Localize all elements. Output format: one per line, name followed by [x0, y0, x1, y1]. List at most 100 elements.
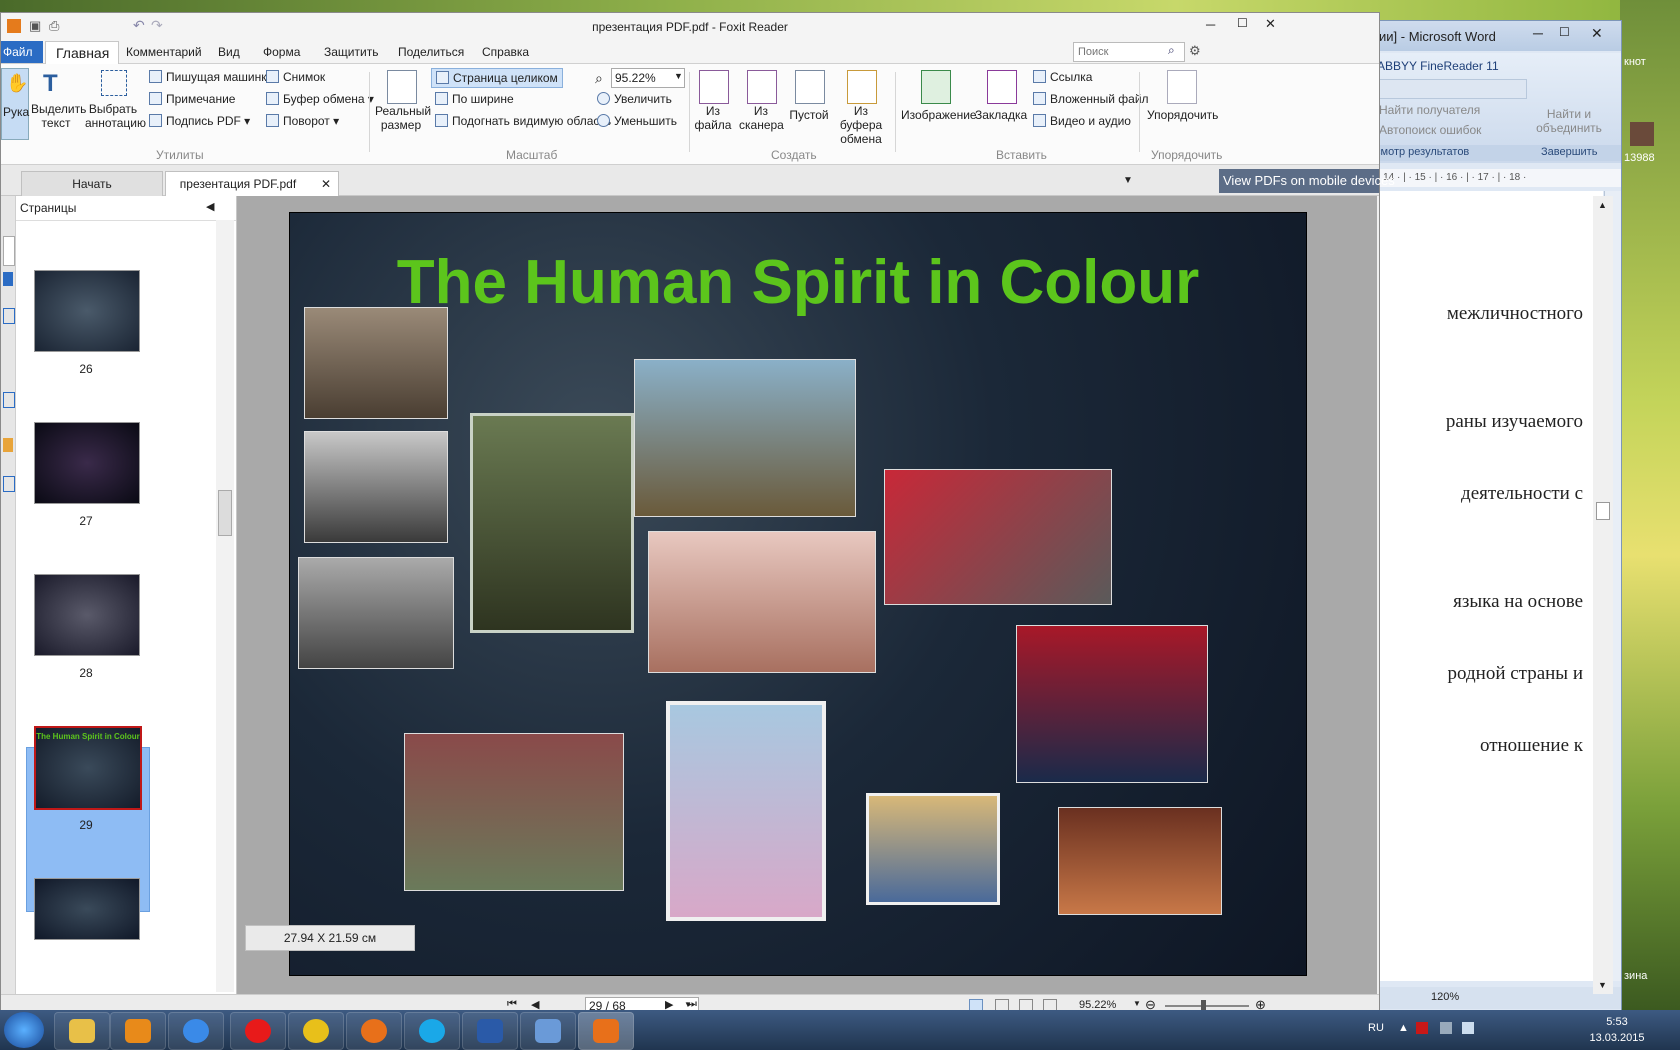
finereader-tab[interactable]: ABBYY FineReader 11 — [1377, 59, 1499, 73]
search-box[interactable]: ⌕ — [1073, 42, 1185, 62]
tab-comment[interactable]: Комментарий — [126, 45, 202, 59]
taskbar-internet-explorer[interactable] — [168, 1012, 224, 1050]
scroll-down-icon[interactable]: ▼ — [1598, 980, 1607, 990]
taskbar-chrome[interactable] — [288, 1012, 344, 1050]
bookmarks-panel-icon[interactable] — [3, 272, 13, 286]
tab-share[interactable]: Поделиться — [398, 45, 464, 59]
chevron-down-icon[interactable]: ▼ — [1133, 999, 1141, 1008]
close-icon[interactable]: ✕ — [1265, 16, 1276, 32]
antivirus-tray-icon[interactable] — [1416, 1022, 1428, 1034]
document-viewer[interactable]: The Human Spirit in Colour ▲ ▼ — [237, 196, 1613, 994]
page-thumbnail-27[interactable] — [34, 422, 140, 504]
tab-document[interactable]: презентация PDF.pdf — [165, 171, 339, 196]
create-from-scanner-button[interactable]: Из сканера — [739, 68, 784, 138]
typewriter-button[interactable]: Пишущая машинка — [149, 70, 273, 84]
taskbar-media-player[interactable] — [110, 1012, 166, 1050]
scrollbar-thumb[interactable] — [218, 490, 232, 536]
maximize-icon[interactable]: ☐ — [1237, 16, 1248, 30]
network-tray-icon[interactable] — [1440, 1022, 1452, 1034]
word-document-page[interactable]: межличностного раны изучаемого деятельно… — [1371, 191, 1603, 981]
create-from-file-button[interactable]: Из файла — [693, 68, 733, 138]
search-icon[interactable]: ⌕ — [1168, 43, 1175, 58]
insert-image-button[interactable]: Изображение — [901, 68, 977, 138]
page-thumbnail-28[interactable] — [34, 574, 140, 656]
record-navigation[interactable] — [1375, 79, 1527, 99]
tab-home[interactable]: Главная — [45, 41, 119, 65]
snapshot-button[interactable]: Снимок — [266, 70, 325, 84]
desktop-icon-avatar[interactable] — [1630, 122, 1654, 146]
zoom-in-button[interactable]: Увеличить — [597, 92, 672, 106]
page-thumbnail-30[interactable] — [34, 878, 140, 940]
lock-icon[interactable] — [3, 438, 13, 452]
select-text-button[interactable]: T Выделить текст — [31, 68, 86, 138]
close-icon[interactable]: ✕ — [1591, 25, 1603, 42]
annotations-panel-icon[interactable] — [3, 308, 15, 324]
page-thumbnail-26[interactable] — [34, 270, 140, 352]
fit-width-button[interactable]: По ширине — [435, 92, 514, 106]
note-button[interactable]: Примечание — [149, 92, 235, 106]
from-clipboard-label: Из буфера обмена — [839, 104, 883, 146]
create-from-clipboard-button[interactable]: Из буфера обмена — [833, 68, 889, 146]
mobile-promo-banner[interactable]: View PDFs on mobile devices — [1219, 169, 1395, 193]
search-input[interactable] — [1076, 44, 1166, 60]
tab-help[interactable]: Справка — [482, 45, 529, 59]
taskbar-word[interactable] — [462, 1012, 518, 1050]
tab-protect[interactable]: Защитить — [324, 45, 378, 59]
hand-tool-button[interactable]: ✋ Рука — [1, 68, 29, 140]
desktop-icon-label[interactable]: кнот — [1624, 56, 1646, 68]
taskbar-foxit-reader[interactable] — [578, 1012, 634, 1050]
taskbar-explorer[interactable] — [54, 1012, 110, 1050]
find-recipient-button[interactable]: Найти получателя — [1379, 103, 1480, 117]
taskbar-skype[interactable] — [404, 1012, 460, 1050]
tab-list-dropdown-icon[interactable]: ▼ — [1123, 175, 1133, 186]
tab-start[interactable]: Начать — [21, 171, 163, 196]
create-blank-button[interactable]: Пустой — [789, 68, 829, 138]
language-indicator[interactable]: RU — [1368, 1022, 1384, 1034]
sign-pdf-button[interactable]: Подпись PDF ▾ — [149, 114, 250, 128]
scrollbar-thumb[interactable] — [1596, 502, 1610, 520]
pages-panel-icon[interactable] — [3, 236, 15, 266]
desktop-icon-label[interactable]: зина — [1624, 970, 1647, 982]
zoom-slider[interactable] — [1165, 1000, 1249, 1012]
close-tab-icon[interactable]: ✕ — [321, 177, 331, 191]
viewer-vertical-scrollbar[interactable]: ▲ ▼ — [1593, 196, 1613, 994]
system-clock[interactable]: 5:53 13.03.2015 — [1582, 1014, 1652, 1046]
fit-page-button[interactable]: Страница целиком — [431, 68, 563, 88]
taskbar-firefox[interactable] — [346, 1012, 402, 1050]
autosearch-errors-button[interactable]: Автопоиск ошибок — [1379, 123, 1481, 137]
select-annotation-button[interactable]: Выбрать аннотацию — [85, 68, 146, 138]
insert-attachment-button[interactable]: Вложенный файл — [1033, 92, 1149, 106]
clipboard-button[interactable]: Буфер обмена ▾ — [266, 92, 374, 106]
find-merge-button[interactable]: Найти и объединить — [1529, 107, 1609, 135]
attachments-panel-icon[interactable] — [3, 392, 15, 408]
tab-file[interactable]: Файл — [1, 41, 43, 63]
minimize-icon[interactable]: ─ — [1206, 17, 1215, 32]
insert-bookmark-button[interactable]: Закладка — [975, 68, 1027, 138]
tab-view[interactable]: Вид — [218, 45, 240, 59]
insert-link-button[interactable]: Ссылка — [1033, 70, 1092, 84]
layers-panel-icon[interactable] — [3, 476, 15, 492]
fit-visible-button[interactable]: Подогнать видимую область — [435, 114, 611, 128]
minimize-icon[interactable]: ─ — [1533, 25, 1543, 41]
image-icon — [921, 70, 951, 104]
maximize-icon[interactable]: ☐ — [1559, 25, 1570, 39]
pages-panel-scrollbar[interactable] — [216, 220, 234, 992]
taskbar-opera[interactable] — [230, 1012, 286, 1050]
collapse-panel-icon[interactable]: ◀ — [206, 200, 214, 213]
start-button[interactable] — [4, 1012, 44, 1048]
zoom-select[interactable]: 95.22% ▼ — [611, 68, 685, 88]
word-zoom-level[interactable]: 120% — [1431, 991, 1459, 1003]
gear-icon[interactable]: ⚙ — [1189, 43, 1201, 59]
tab-form[interactable]: Форма — [263, 45, 300, 59]
zoom-out-button[interactable]: Уменьшить — [597, 114, 677, 128]
arrange-button[interactable]: Упорядочить — [1147, 68, 1218, 138]
insert-video-button[interactable]: Видео и аудио — [1033, 114, 1131, 128]
scroll-up-icon[interactable]: ▲ — [1598, 200, 1607, 210]
desktop-icon-label[interactable]: 13988 — [1624, 152, 1655, 164]
page-thumbnail-29[interactable]: The Human Spirit in Colour — [34, 726, 142, 810]
tray-arrow-icon[interactable]: ▲ — [1398, 1022, 1409, 1034]
actual-size-button[interactable]: Реальный размер — [375, 68, 431, 138]
rotate-button[interactable]: Поворот ▾ — [266, 114, 339, 128]
volume-tray-icon[interactable] — [1462, 1022, 1474, 1034]
taskbar-photo-viewer[interactable] — [520, 1012, 576, 1050]
